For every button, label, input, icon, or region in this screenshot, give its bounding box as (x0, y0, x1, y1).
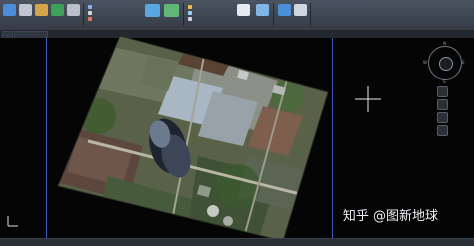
image-icon[interactable] (19, 4, 32, 16)
globe-icon[interactable] (164, 4, 179, 17)
download-icon[interactable] (256, 4, 269, 16)
separator (273, 3, 274, 27)
export-icon[interactable] (278, 4, 291, 16)
compass-navigation[interactable]: N W E S (423, 41, 465, 84)
tab-start[interactable]: … (2, 31, 13, 38)
frame-icon[interactable] (88, 11, 92, 15)
compass-north-label: N (443, 41, 446, 46)
raster-icon[interactable] (88, 5, 92, 9)
map-icon[interactable] (145, 4, 160, 17)
pan-icon[interactable] (437, 99, 448, 110)
clip-icon[interactable] (88, 17, 92, 21)
help-icon[interactable] (294, 4, 307, 16)
crosshair-cursor (355, 86, 381, 112)
settings-icon[interactable] (67, 4, 80, 16)
compass-center[interactable] (439, 57, 453, 71)
tab-drawing[interactable] (14, 31, 48, 38)
separator (183, 3, 184, 27)
ucs-axis-icon (7, 216, 18, 227)
compass-east-label: E (462, 60, 465, 65)
grid-icon[interactable] (237, 4, 250, 16)
open-icon[interactable] (3, 4, 16, 16)
watermark: 知乎 @图新地球 (343, 205, 438, 224)
compass-south-label: S (443, 79, 446, 84)
folder-icon[interactable] (35, 4, 48, 16)
transparency-icon[interactable] (188, 17, 192, 21)
adjust-icon[interactable] (188, 11, 192, 15)
watermark-text: 知乎 @图新地球 (342, 209, 438, 224)
layer-icon[interactable] (51, 4, 64, 16)
satellite-image (57, 36, 329, 241)
viewport-border-left (46, 38, 47, 238)
globe-nav-icon[interactable] (437, 86, 448, 97)
separator (310, 3, 311, 27)
zoom-icon[interactable] (437, 112, 448, 123)
separator (83, 3, 84, 27)
compass-west-label: W (423, 60, 427, 65)
measure-icon[interactable] (188, 5, 192, 9)
orbit-icon[interactable] (437, 125, 448, 136)
drawing-viewport[interactable]: N W E S 知乎 @图新地球 (0, 36, 474, 241)
ribbon-toolbar (0, 0, 474, 31)
